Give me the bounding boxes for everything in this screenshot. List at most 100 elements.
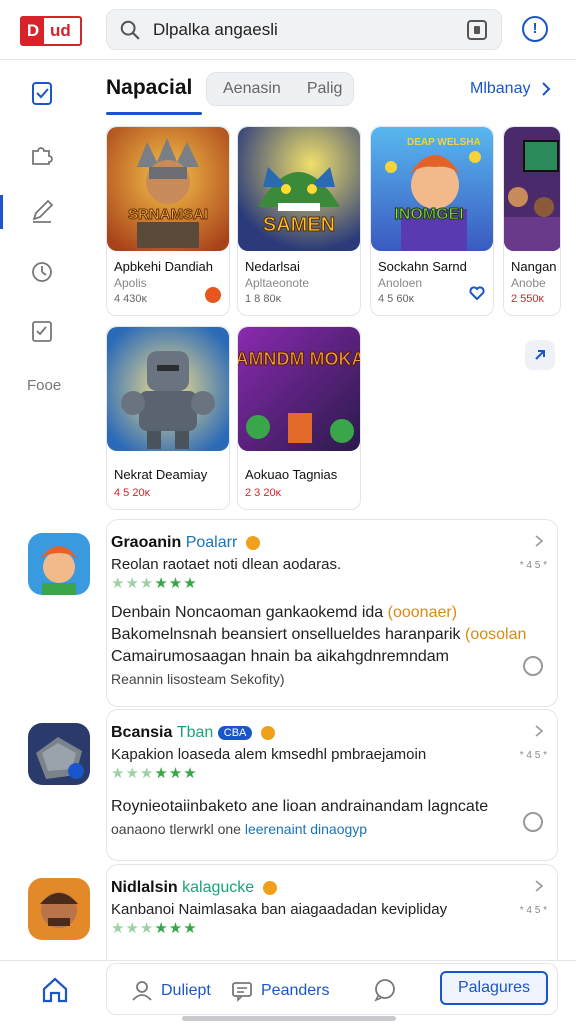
clipboard-icon[interactable] (28, 79, 56, 107)
item-description: Bakomelnsnah beansiert onsellueldes hara… (111, 626, 527, 643)
app-logo[interactable]: D ud (20, 16, 82, 46)
item-subtitle: Kapakion loaseda alem kmsedhl pmbraejamo… (111, 746, 427, 763)
chat-icon[interactable] (373, 978, 397, 1002)
sidebar-label[interactable]: Fooe (27, 377, 61, 394)
game-card[interactable]: SAMEN Nedarlsai Apltaeonote 1 8 80ĸ (237, 126, 361, 316)
game-count: 1 8 80ĸ (245, 293, 282, 305)
item-title: Bcansia Tban CBA (111, 724, 275, 742)
puzzle-icon[interactable] (28, 139, 56, 167)
chevron-right-icon[interactable] (533, 534, 545, 548)
game-subtitle: Anobe (511, 276, 546, 290)
section-tabs: Napacial Aenasin Palig Mlbanay (106, 70, 566, 116)
home-icon[interactable] (40, 975, 70, 1005)
game-title: Sockahn Sarnd (378, 259, 467, 274)
emoji-icon (262, 880, 277, 895)
game-card[interactable]: DEAP WELSHA INOMGEI Sockahn Sarnd Anoloe… (370, 126, 494, 316)
app-icon[interactable] (28, 878, 90, 940)
game-card[interactable]: Nangan Anobe 2 550ĸ (503, 126, 561, 316)
user-icon (132, 981, 152, 1001)
tab-active[interactable]: Napacial (106, 76, 192, 100)
item-meta: * 4 5 * (519, 750, 547, 761)
item-highlight: Tban (176, 724, 214, 741)
item-description: Reannin lisosteam Sekofity) (111, 671, 285, 687)
list-item[interactable]: Bcansia Tban CBA Kapakion loaseda alem k… (106, 709, 558, 861)
game-count: 4 5 20ĸ (114, 487, 151, 499)
game-art: DEAP WELSHA INOMGEI (371, 127, 493, 251)
install-badge-icon[interactable] (205, 287, 221, 303)
game-subtitle: Apltaeonote (245, 276, 310, 290)
nav-reviews[interactable]: Peanders (231, 980, 330, 1002)
heart-icon[interactable] (469, 285, 485, 301)
game-count: 2 550ĸ (511, 293, 545, 305)
logo-mark: D (22, 18, 44, 44)
list-item[interactable]: Nidlalsin kalagucke Kanbanoi Naimlasaka … (106, 864, 558, 960)
logo-text: ud (50, 21, 71, 40)
item-meta: * 4 5 * (519, 560, 547, 571)
game-card[interactable]: Nekrat Deamiay 4 5 20ĸ (106, 326, 230, 510)
item-title: Graoanin Poalarr (111, 534, 260, 552)
segment-option-1[interactable]: Aenasin (207, 80, 281, 98)
item-title: Nidlalsin kalagucke (111, 879, 277, 897)
emoji-icon (245, 535, 260, 550)
scan-icon[interactable] (467, 19, 487, 40)
home-indicator (182, 1016, 396, 1021)
segment-option-2[interactable]: Palig (281, 80, 343, 98)
bottom-nav: Duliept Peanders Palagures (0, 960, 576, 1024)
game-art: SRNAMSAI (107, 127, 229, 251)
sidebar-selection-indicator (0, 195, 3, 229)
game-count: 4 430ĸ (114, 293, 148, 305)
item-description: Camairumosaagan hnain ba aikahgdnremndam (111, 648, 449, 665)
chevron-right-icon[interactable] (533, 879, 545, 893)
arrow-up-right-icon (535, 350, 545, 360)
rating-stars: ★★★★★★ (111, 575, 198, 592)
item-highlight: kalagucke (182, 879, 255, 896)
search-icon (120, 20, 140, 39)
game-subtitle: Apolis (114, 276, 147, 290)
game-count: 2 3 20ĸ (245, 487, 282, 499)
checklist-icon[interactable] (28, 317, 56, 345)
emoji-icon (260, 725, 275, 740)
game-art: MAMNDM MOKAN (238, 327, 360, 451)
timer-icon[interactable] (28, 257, 56, 285)
game-title: Apbkehi Dandiah (114, 259, 214, 274)
game-count: 4 5 60ĸ (378, 293, 415, 305)
comment-icon (232, 982, 252, 1002)
item-meta: * 4 5 * (519, 905, 547, 916)
item-subtitle: Kanbanoi Naimlasaka ban aiagaadadan kevi… (111, 901, 448, 918)
game-card[interactable]: MAMNDM MOKAN Aokuao Tagnias 2 3 20ĸ (237, 326, 361, 510)
expand-button[interactable] (525, 340, 555, 370)
game-subtitle: Anoloen (378, 276, 423, 290)
game-art-title: INOMGEI (394, 206, 463, 223)
item-pill: CBA (217, 725, 253, 740)
game-card[interactable]: SRNAMSAI Apbkehi Dandiah Apolis 4 430ĸ (106, 126, 230, 316)
game-art (107, 327, 229, 451)
see-more-link[interactable]: Mlbanay (470, 80, 530, 98)
bookmark-toggle[interactable] (523, 656, 543, 676)
chevron-right-icon[interactable] (540, 80, 552, 98)
item-subtitle: Reolan raotaet noti dlean aodaras. (111, 556, 342, 573)
game-art-title: SAMEN (263, 214, 335, 236)
rating-stars: ★★★★★★ (111, 920, 198, 937)
game-art (504, 127, 560, 251)
game-art: SAMEN (238, 127, 360, 251)
app-icon[interactable] (28, 533, 90, 595)
game-art-title: MAMNDM MOKAN (238, 349, 360, 369)
pencil-icon[interactable] (28, 197, 56, 225)
primary-nav-button[interactable]: Palagures (440, 971, 548, 1005)
chevron-right-icon[interactable] (533, 724, 545, 738)
app-icon[interactable] (28, 723, 90, 785)
item-description: Denbain Noncaoman gankaokemd ida (ooonae… (111, 604, 458, 621)
bookmark-toggle[interactable] (523, 812, 543, 832)
segment-control[interactable]: Aenasin Palig (206, 72, 354, 106)
info-icon[interactable]: ! (522, 16, 548, 42)
list-item[interactable]: Graoanin Poalarr Reolan raotaet noti dle… (106, 519, 558, 707)
game-art-tag: DEAP WELSHA (407, 137, 481, 148)
rating-stars: ★★★★★★ (111, 765, 198, 782)
game-title: Nekrat Deamiay (114, 467, 208, 482)
search-bar[interactable]: Dlpalka angaesli (106, 9, 502, 50)
nav-profile[interactable]: Duliept (131, 980, 211, 1002)
game-art-title: SRNAMSAI (128, 206, 208, 223)
search-input[interactable]: Dlpalka angaesli (153, 20, 467, 40)
item-description: Roynieotaiinbaketo ane lioan andrainanda… (111, 798, 489, 815)
tab-underline (106, 112, 202, 115)
